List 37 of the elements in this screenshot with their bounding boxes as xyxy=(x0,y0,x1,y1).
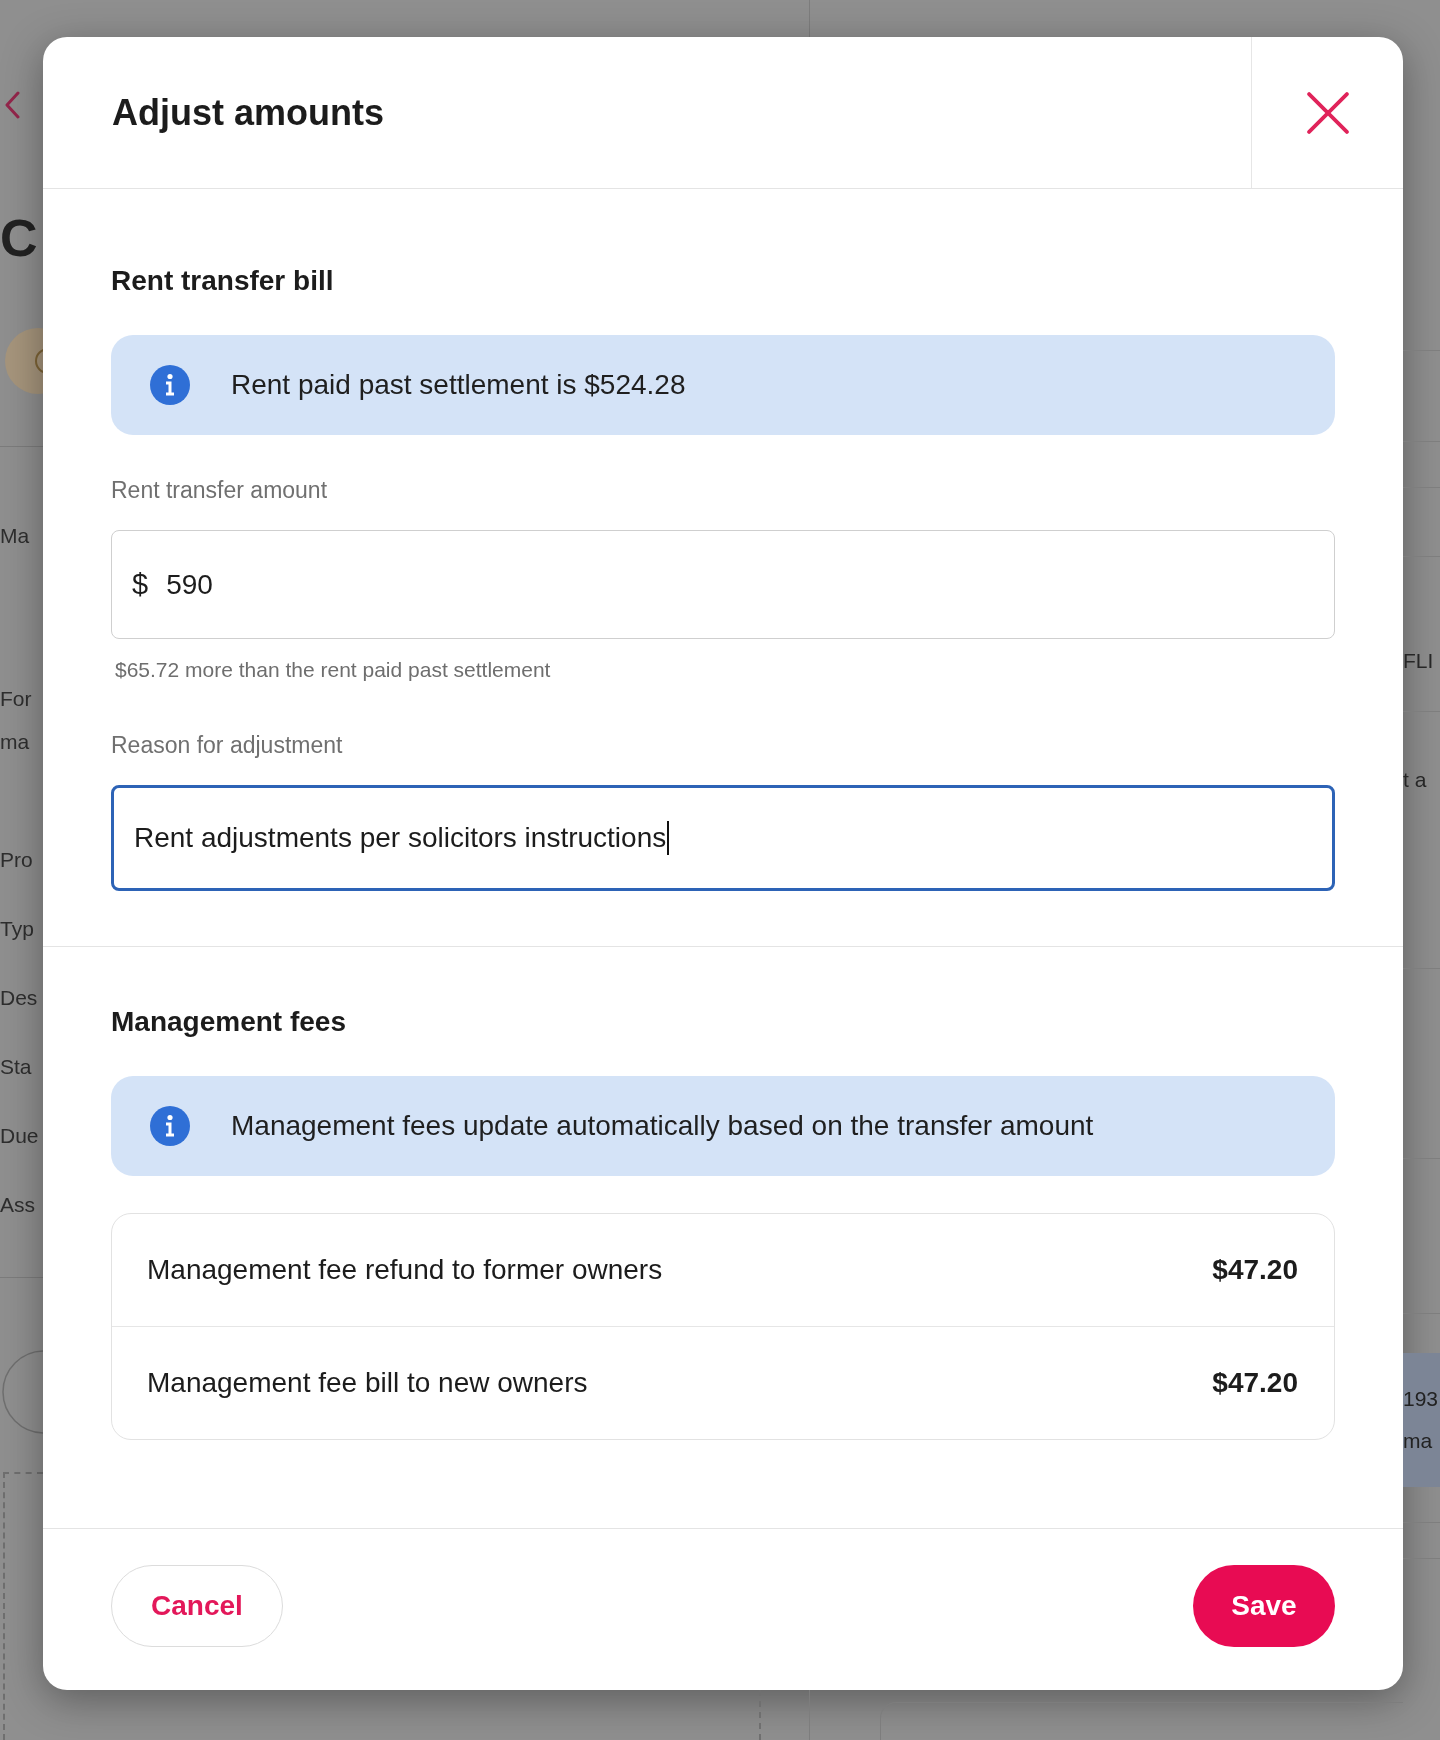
info-message: Rent paid past settlement is $524.28 xyxy=(231,368,686,402)
cancel-button[interactable]: Cancel xyxy=(111,1565,283,1647)
section-heading: Management fees xyxy=(111,1005,346,1039)
text-input[interactable]: Rent adjustments per solicitors instructions xyxy=(111,785,1335,891)
field-label: Pro xyxy=(0,847,33,873)
section-heading: Rent transfer bill xyxy=(111,264,334,298)
table-text: ma xyxy=(1403,1428,1433,1454)
circle-outline-icon xyxy=(0,1349,43,1435)
field-label: Reason for adjustment xyxy=(111,731,343,760)
field-label: Sta xyxy=(0,1054,32,1080)
fee-label: Management fee bill to new owners xyxy=(147,1366,588,1400)
dialog-title: Adjust amounts xyxy=(112,90,384,135)
table-text: 193 xyxy=(1403,1386,1439,1412)
text-input[interactable]: $ 590 xyxy=(111,530,1335,639)
field-label: Ass xyxy=(0,1192,35,1218)
field-label: For xyxy=(0,686,32,712)
helper-text: $65.72 more than the rent paid past settlement xyxy=(115,657,551,683)
fee-amount: $47.20 xyxy=(1212,1366,1298,1400)
field-label: Des xyxy=(0,985,38,1011)
fee-amount: $47.20 xyxy=(1212,1253,1298,1287)
save-button[interactable]: Save xyxy=(1193,1565,1335,1647)
table-text: t a xyxy=(1403,767,1427,793)
page-title: C xyxy=(0,210,39,266)
fee-label: Management fee refund to former owners xyxy=(147,1253,663,1287)
text-cursor xyxy=(667,821,670,855)
info-icon xyxy=(150,1106,190,1146)
info-message: Management fees update automatically based on the transfer amount xyxy=(231,1109,1094,1143)
close-icon xyxy=(1306,91,1349,134)
chevron-left-icon[interactable] xyxy=(4,91,20,119)
currency-symbol: $ xyxy=(132,566,149,602)
field-label: Typ xyxy=(0,916,34,942)
field-label: Due xyxy=(0,1123,39,1149)
field-label: ma xyxy=(0,729,30,755)
table-text: FLI xyxy=(1403,648,1434,674)
field-label: Rent transfer amount xyxy=(111,476,328,505)
field-label: Ma xyxy=(0,523,30,549)
info-icon xyxy=(150,365,190,405)
